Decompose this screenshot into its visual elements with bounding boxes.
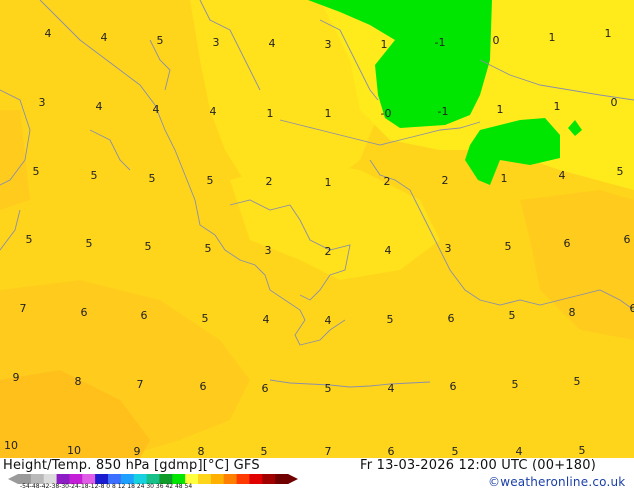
color-scale-ticks: -54-48-42-38-30-24-18-12-8 0 8 12 18 24 … xyxy=(20,483,193,490)
scale-swatch xyxy=(262,474,276,484)
temperature-value: 4 xyxy=(263,313,270,326)
temperature-value: 5 xyxy=(512,378,519,391)
temperature-value: 1 xyxy=(325,107,332,120)
temperature-value: 6 xyxy=(448,312,455,325)
temperature-value: 2 xyxy=(384,175,391,188)
weather-map: 4 4 5 3 4 3 1 -1 0 1 1 3 4 4 4 1 1 -0 -1 1 1 0 5 5 5 5 2 1 2 2 1 4 5 5 5 5 5… xyxy=(0,0,634,458)
temperature-value: 5 xyxy=(505,240,512,253)
temperature-value: 2 xyxy=(325,245,332,258)
temperature-value: 4 xyxy=(559,169,566,182)
scale-swatch xyxy=(223,474,238,484)
temperature-value: 8 xyxy=(75,375,82,388)
temperature-value: 4 xyxy=(45,27,52,40)
temperature-value: 7 xyxy=(137,378,144,391)
temperature-value: 4 xyxy=(388,382,395,395)
temperature-value: 6 xyxy=(81,306,88,319)
temperature-value: 0 xyxy=(493,34,500,47)
temperature-value: 5 xyxy=(91,169,98,182)
temperature-value: 6 xyxy=(262,382,269,395)
temperature-value: 1 xyxy=(381,38,388,51)
temperature-value: 3 xyxy=(445,242,452,255)
temperature-value: 4 xyxy=(210,105,217,118)
map-title: Height/Temp. 850 hPa [gdmp][°C] GFS xyxy=(3,458,260,473)
temperature-value: 4 xyxy=(269,37,276,50)
temperature-value: 5 xyxy=(149,172,156,185)
temperature-value: 1 xyxy=(605,27,612,40)
temperature-value: 2 xyxy=(266,175,273,188)
scale-swatch xyxy=(236,474,250,484)
temperature-value: 4 xyxy=(153,103,160,116)
temperature-value: 8 xyxy=(569,306,576,319)
temperature-value: 5 xyxy=(207,174,214,187)
temperature-value: 1 xyxy=(497,103,504,116)
temperature-value: 5 xyxy=(574,375,581,388)
temperature-value: 4 xyxy=(96,100,103,113)
temperature-value: 4 xyxy=(101,31,108,44)
temperature-value: 5 xyxy=(145,240,152,253)
scale-swatch xyxy=(210,474,225,484)
temperature-value: 6 xyxy=(564,237,571,250)
temperature-value: 5 xyxy=(157,34,164,47)
temperature-value: 1 xyxy=(267,107,274,120)
temperature-value: 4 xyxy=(385,244,392,257)
temperature-value: 3 xyxy=(325,38,332,51)
temperature-value: 10 xyxy=(4,439,18,452)
temperature-value: 5 xyxy=(387,313,394,326)
temperature-value: 5 xyxy=(33,165,40,178)
scale-swatch xyxy=(198,474,212,484)
temperature-value: -1 xyxy=(435,36,446,49)
temperature-value: 7 xyxy=(20,302,27,315)
temperature-value: 3 xyxy=(39,96,46,109)
forecast-datetime: Fr 13-03-2026 12:00 UTC (00+180) xyxy=(360,458,596,473)
temperature-value: 1 xyxy=(325,176,332,189)
temperature-value: 1 xyxy=(549,31,556,44)
temperature-value: 9 xyxy=(13,371,20,384)
temperature-value: 6 xyxy=(450,380,457,393)
temperature-value: 0 xyxy=(611,96,618,109)
scale-min-arrow xyxy=(8,474,18,484)
scale-max-arrow xyxy=(288,474,298,484)
temperature-value: 4 xyxy=(516,445,523,458)
temperature-value: 5 xyxy=(202,312,209,325)
temperature-value: 6 xyxy=(630,302,634,315)
scale-swatch xyxy=(249,474,263,484)
temperature-value: 1 xyxy=(554,100,561,113)
temperature-value: 5 xyxy=(86,237,93,250)
temperature-value: 5 xyxy=(261,445,268,458)
temperature-value: 4 xyxy=(325,314,332,327)
temperature-value: 5 xyxy=(509,309,516,322)
temperature-value: 5 xyxy=(579,444,586,457)
temperature-value: 5 xyxy=(325,382,332,395)
temperature-value: 1 xyxy=(501,172,508,185)
temperature-value: 7 xyxy=(325,445,332,458)
temperature-value: -1 xyxy=(438,105,449,118)
temperature-value: 9 xyxy=(134,445,141,458)
temperature-value: 5 xyxy=(617,165,624,178)
temperature-value: 5 xyxy=(205,242,212,255)
temperature-value: 6 xyxy=(141,309,148,322)
temperature-value: 6 xyxy=(624,233,631,246)
temperature-value: 3 xyxy=(265,244,272,257)
temperature-value: 3 xyxy=(213,36,220,49)
map-canvas: 4 4 5 3 4 3 1 -1 0 1 13 4 4 4 1 1 -0 -1 1 1 05 5 5 5 2 1 2 2 1 4 55 5 5 5… xyxy=(0,0,634,458)
temperature-value: -0 xyxy=(381,107,392,120)
temperature-value: 5 xyxy=(26,233,33,246)
scale-swatch xyxy=(275,474,289,484)
temperature-value: 6 xyxy=(200,380,207,393)
temperature-value: 10 xyxy=(67,444,81,457)
temperature-value: 5 xyxy=(452,445,459,458)
credit-link[interactable]: ©weatheronline.co.uk xyxy=(488,475,625,489)
temperature-value: 8 xyxy=(198,445,205,458)
temperature-value: 2 xyxy=(442,174,449,187)
temperature-value: 6 xyxy=(388,445,395,458)
